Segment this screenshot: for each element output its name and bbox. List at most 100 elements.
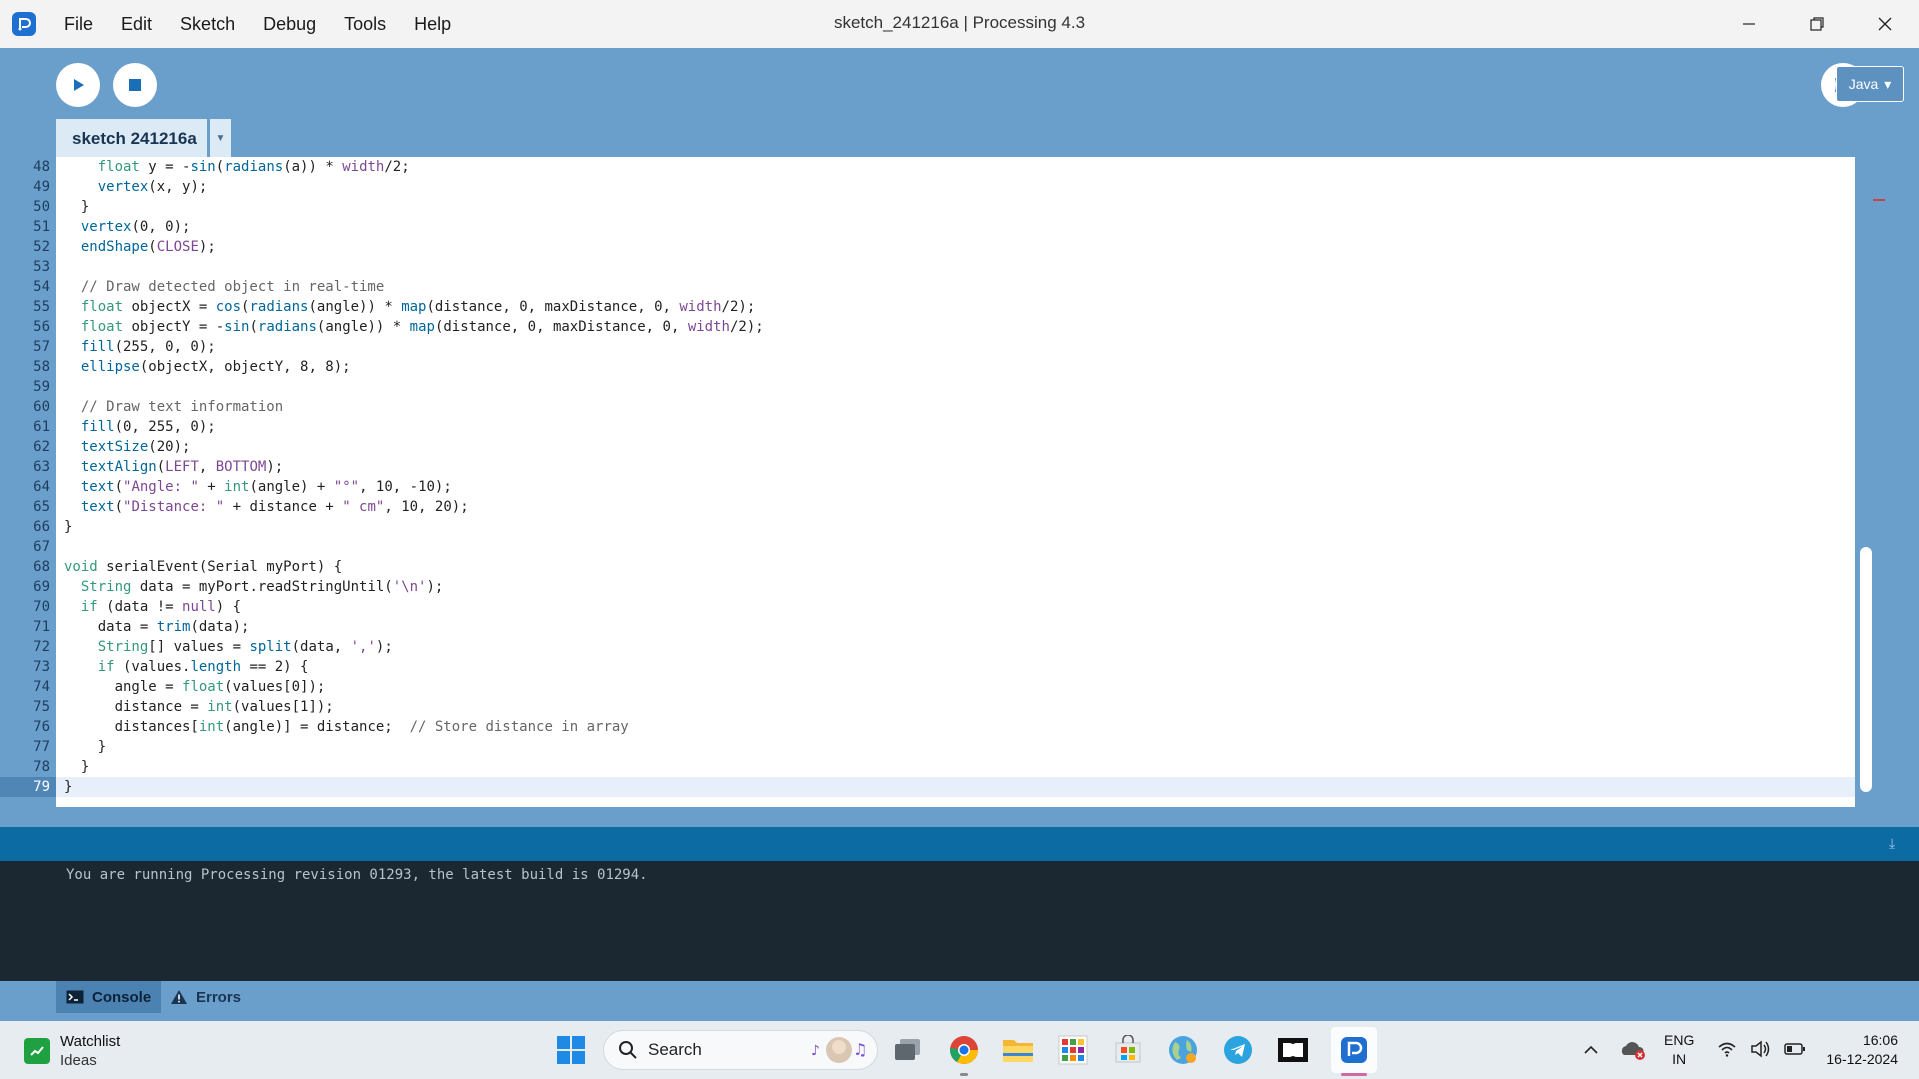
code-line[interactable]: 54 // Draw detected object in real-time bbox=[0, 277, 1885, 297]
code-text[interactable]: } bbox=[56, 757, 89, 777]
task-view-icon[interactable] bbox=[891, 1033, 925, 1067]
restore-button[interactable] bbox=[1783, 0, 1851, 48]
code-text[interactable]: vertex(x, y); bbox=[56, 177, 208, 197]
code-text[interactable] bbox=[56, 537, 64, 557]
code-text[interactable]: float objectY = -sin(radians(angle)) * m… bbox=[56, 317, 764, 337]
stop-button[interactable] bbox=[113, 63, 157, 107]
processing-taskbar-icon[interactable] bbox=[1337, 1033, 1371, 1067]
telegram-icon[interactable] bbox=[1221, 1033, 1255, 1067]
code-line[interactable]: 52 endShape(CLOSE); bbox=[0, 237, 1885, 257]
code-text[interactable]: String[] values = split(data, ','); bbox=[56, 637, 393, 657]
code-text[interactable]: } bbox=[56, 737, 106, 757]
code-line[interactable]: 68 void serialEvent(Serial myPort) { bbox=[0, 557, 1885, 577]
chevron-up-icon[interactable] bbox=[1582, 1041, 1600, 1064]
code-text[interactable]: text("Distance: " + distance + " cm", 10… bbox=[56, 497, 469, 517]
code-line[interactable]: 70 if (data != null) { bbox=[0, 597, 1885, 617]
code-area[interactable]: 48 float y = -sin(radians(a)) * width/2;… bbox=[0, 157, 1885, 797]
code-text[interactable]: endShape(CLOSE); bbox=[56, 237, 216, 257]
menu-help[interactable]: Help bbox=[400, 0, 465, 48]
file-explorer-icon[interactable] bbox=[1001, 1033, 1035, 1067]
code-text[interactable]: fill(0, 255, 0); bbox=[56, 417, 216, 437]
code-text[interactable]: float y = -sin(radians(a)) * width/2; bbox=[56, 157, 410, 177]
dolby-icon[interactable] bbox=[1276, 1033, 1310, 1067]
maps-globe-icon[interactable] bbox=[1166, 1033, 1200, 1067]
clock[interactable]: 16:06 16-12-2024 bbox=[1812, 1031, 1898, 1069]
code-line[interactable]: 79} bbox=[0, 777, 1885, 797]
code-line[interactable]: 63 textAlign(LEFT, BOTTOM); bbox=[0, 457, 1885, 477]
code-text[interactable]: distances[int(angle)] = distance; // Sto… bbox=[56, 717, 629, 737]
code-text[interactable] bbox=[56, 377, 64, 397]
code-text[interactable]: if (values.length == 2) { bbox=[56, 657, 309, 677]
code-text[interactable]: void serialEvent(Serial myPort) { bbox=[56, 557, 342, 577]
menu-tools[interactable]: Tools bbox=[330, 0, 400, 48]
code-line[interactable]: 48 float y = -sin(radians(a)) * width/2; bbox=[0, 157, 1885, 177]
code-line[interactable]: 65 text("Distance: " + distance + " cm",… bbox=[0, 497, 1885, 517]
code-text[interactable]: // Draw detected object in real-time bbox=[56, 277, 384, 297]
code-line[interactable]: 58 ellipse(objectX, objectY, 8, 8); bbox=[0, 357, 1885, 377]
code-line[interactable]: 77 } bbox=[0, 737, 1885, 757]
code-text[interactable]: } bbox=[56, 517, 72, 537]
code-line[interactable]: 62 textSize(20); bbox=[0, 437, 1885, 457]
error-marker[interactable] bbox=[1873, 199, 1885, 201]
code-line[interactable]: 74 angle = float(values[0]); bbox=[0, 677, 1885, 697]
code-line[interactable]: 61 fill(0, 255, 0); bbox=[0, 417, 1885, 437]
code-line[interactable]: 76 distances[int(angle)] = distance; // … bbox=[0, 717, 1885, 737]
chrome-icon[interactable] bbox=[947, 1033, 981, 1067]
code-line[interactable]: 67 bbox=[0, 537, 1885, 557]
code-text[interactable]: angle = float(values[0]); bbox=[56, 677, 326, 697]
run-button[interactable] bbox=[56, 63, 100, 107]
code-text[interactable]: textAlign(LEFT, BOTTOM); bbox=[56, 457, 283, 477]
tab-menu-button[interactable]: ▼ bbox=[207, 119, 231, 158]
code-line[interactable]: 66} bbox=[0, 517, 1885, 537]
taskbar-search[interactable]: Search ♪ ♫ bbox=[603, 1030, 878, 1070]
tab-sketch[interactable]: sketch 241216a bbox=[56, 119, 213, 158]
tab-errors[interactable]: Errors bbox=[160, 981, 251, 1013]
code-text[interactable]: text("Angle: " + int(angle) + "°", 10, -… bbox=[56, 477, 452, 497]
code-text[interactable]: if (data != null) { bbox=[56, 597, 241, 617]
scrollbar-thumb[interactable] bbox=[1860, 547, 1872, 792]
code-line[interactable]: 55 float objectX = cos(radians(angle)) *… bbox=[0, 297, 1885, 317]
tab-console[interactable]: Console bbox=[56, 981, 162, 1013]
start-button[interactable] bbox=[555, 1034, 587, 1066]
code-text[interactable]: textSize(20); bbox=[56, 437, 191, 457]
code-line[interactable]: 64 text("Angle: " + int(angle) + "°", 10… bbox=[0, 477, 1885, 497]
code-line[interactable]: 53 bbox=[0, 257, 1885, 277]
editor-scrollbar[interactable] bbox=[1855, 157, 1885, 807]
code-line[interactable]: 69 String data = myPort.readStringUntil(… bbox=[0, 577, 1885, 597]
code-line[interactable]: 59 bbox=[0, 377, 1885, 397]
code-text[interactable]: data = trim(data); bbox=[56, 617, 250, 637]
code-text[interactable]: String data = myPort.readStringUntil('\n… bbox=[56, 577, 443, 597]
code-line[interactable]: 50 } bbox=[0, 197, 1885, 217]
onedrive-error-icon[interactable] bbox=[1616, 1033, 1650, 1067]
menu-debug[interactable]: Debug bbox=[249, 0, 330, 48]
code-text[interactable]: distance = int(values[1]); bbox=[56, 697, 334, 717]
minimize-button[interactable] bbox=[1715, 0, 1783, 48]
menu-edit[interactable]: Edit bbox=[107, 0, 166, 48]
close-button[interactable] bbox=[1851, 0, 1919, 48]
processing-logo-icon[interactable] bbox=[12, 12, 36, 36]
menu-sketch[interactable]: Sketch bbox=[166, 0, 249, 48]
code-text[interactable]: fill(255, 0, 0); bbox=[56, 337, 216, 357]
watchlist-widget[interactable]: Watchlist Ideas bbox=[24, 1032, 120, 1070]
code-text[interactable]: ellipse(objectX, objectY, 8, 8); bbox=[56, 357, 351, 377]
language-indicator[interactable]: ENG IN bbox=[1664, 1031, 1694, 1069]
calendar-app-icon[interactable] bbox=[1056, 1033, 1090, 1067]
code-editor[interactable]: 48 float y = -sin(radians(a)) * width/2;… bbox=[0, 157, 1885, 807]
code-line[interactable]: 71 data = trim(data); bbox=[0, 617, 1885, 637]
code-text[interactable]: } bbox=[56, 197, 89, 217]
mode-selector[interactable]: Java ▾ bbox=[1836, 66, 1904, 102]
code-line[interactable]: 57 fill(255, 0, 0); bbox=[0, 337, 1885, 357]
code-line[interactable]: 49 vertex(x, y); bbox=[0, 177, 1885, 197]
microsoft-store-icon[interactable] bbox=[1111, 1033, 1145, 1067]
code-line[interactable]: 56 float objectY = -sin(radians(angle)) … bbox=[0, 317, 1885, 337]
code-text[interactable]: } bbox=[56, 777, 72, 797]
menu-file[interactable]: File bbox=[50, 0, 107, 48]
code-text[interactable] bbox=[56, 257, 64, 277]
collapse-console-icon[interactable]: ⤓ bbox=[1889, 835, 1909, 853]
code-line[interactable]: 51 vertex(0, 0); bbox=[0, 217, 1885, 237]
code-text[interactable]: vertex(0, 0); bbox=[56, 217, 191, 237]
code-line[interactable]: 60 // Draw text information bbox=[0, 397, 1885, 417]
code-line[interactable]: 73 if (values.length == 2) { bbox=[0, 657, 1885, 677]
code-line[interactable]: 78 } bbox=[0, 757, 1885, 777]
code-text[interactable]: // Draw text information bbox=[56, 397, 283, 417]
